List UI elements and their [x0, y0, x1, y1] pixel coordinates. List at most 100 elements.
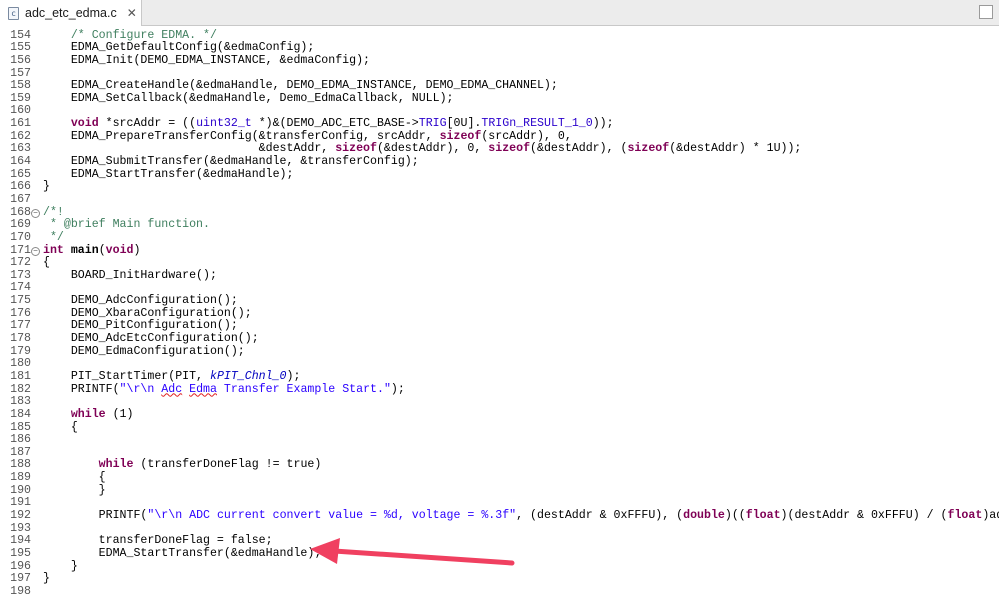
line-number: 195	[10, 546, 31, 560]
code-token: int	[43, 243, 64, 257]
line-number: 183	[10, 395, 31, 409]
line-number: 178	[10, 332, 31, 346]
code-token: void	[105, 243, 134, 257]
code-token: (transferDoneFlag != true)	[133, 458, 322, 472]
code-token: EDMA_Init(DEMO_EDMA_INSTANCE, &edmaConfi…	[43, 53, 370, 67]
code-token: , (destAddr & 0xFFFU), (	[516, 508, 684, 522]
c-file-icon: c	[8, 6, 19, 20]
code-token: ));	[592, 117, 614, 131]
code-token: DEMO_PitConfiguration();	[43, 319, 238, 333]
line-number: 164	[10, 155, 31, 169]
code-token: TRIG	[418, 117, 447, 131]
code-token: EDMA_GetDefaultConfig(&edmaConfig);	[43, 41, 315, 55]
code-token: (&destAddr) * 1U));	[669, 142, 802, 156]
code-token: PIT_StartTimer(PIT,	[43, 369, 210, 383]
tab-label: adc_etc_edma.c	[25, 6, 117, 20]
code-token: (	[98, 243, 106, 257]
code-token: }	[43, 572, 50, 586]
maximize-icon[interactable]	[979, 5, 993, 19]
code-token: (1)	[105, 407, 134, 421]
code-token: EDMA_PrepareTransferConfig(&transferConf…	[43, 129, 440, 143]
code-editor[interactable]: 153154 /* Configure EDMA. */155 EDMA_Get…	[0, 27, 999, 598]
code-token: Adc	[161, 382, 183, 396]
line-number: 184	[10, 407, 31, 421]
code-token: while	[98, 458, 134, 472]
code-token: float	[947, 508, 983, 522]
line-number: 169	[10, 218, 31, 232]
code-token: Transfer Example Start."	[216, 382, 391, 396]
code-text: }	[43, 483, 106, 498]
code-text: {	[43, 421, 78, 435]
code-token: DEMO_AdcEtcConfiguration();	[43, 332, 259, 346]
code-token: )(destAddr & 0xFFFU) / (	[780, 508, 948, 522]
code-token: uint32_t	[196, 117, 252, 131]
editor-tab-bar: c adc_etc_edma.c ✕	[0, 0, 999, 26]
code-text: PRINTF("\r\n ADC current convert value =…	[43, 508, 999, 523]
code-token: DEMO_AdcConfiguration();	[43, 294, 238, 308]
code-token: sizeof	[627, 142, 670, 156]
code-token: double	[683, 508, 725, 522]
line-number: 181	[10, 369, 31, 383]
code-token: sizeof	[488, 142, 531, 156]
code-token: /*!	[43, 205, 64, 219]
line-number: 175	[10, 294, 31, 308]
code-text: int main(void)	[43, 243, 141, 258]
tab-adc-etc-edma[interactable]: c adc_etc_edma.c ✕	[0, 0, 142, 26]
code-token: /* Configure EDMA. */	[70, 28, 217, 42]
code-token: }	[43, 483, 106, 497]
code-token: [0U].	[446, 117, 482, 131]
code-token: */	[43, 230, 64, 244]
fold-toggle-icon[interactable]: −	[31, 208, 40, 218]
code-token: BOARD_InitHardware();	[43, 268, 217, 282]
code-token: float	[745, 508, 781, 522]
code-token: Edma	[189, 382, 217, 396]
code-text: EDMA_StartTransfer(&edmaHandle);	[43, 546, 322, 561]
code-text: BOARD_InitHardware();	[43, 268, 217, 283]
code-token: sizeof	[335, 142, 377, 156]
code-token: (&destAddr), (	[530, 142, 628, 156]
code-token: );	[390, 382, 405, 396]
line-number: 161	[10, 117, 31, 131]
line-number: 172	[10, 256, 31, 270]
code-token: {	[43, 471, 106, 485]
code-text: }	[43, 572, 50, 586]
fold-toggle-icon[interactable]: −	[31, 246, 40, 256]
code-token: )	[133, 243, 141, 257]
code-token: * @brief Main function.	[43, 218, 210, 232]
code-token: *srcAddr = ((	[98, 117, 197, 131]
code-token: EDMA_SetCallback(&edmaHandle, Demo_EdmaC…	[43, 91, 454, 105]
code-token: (&destAddr), 0,	[376, 142, 489, 156]
code-token: PRINTF(	[43, 382, 120, 396]
code-token: sizeof	[439, 129, 482, 143]
code-token: }	[43, 559, 78, 573]
code-token: main	[70, 243, 99, 257]
line-number: 156	[10, 53, 31, 67]
code-text: * @brief Main function.	[43, 218, 210, 232]
line-number: 158	[10, 79, 31, 93]
code-token: }	[43, 180, 50, 194]
code-token: EDMA_StartTransfer(&edmaHandle);	[43, 546, 322, 560]
close-icon[interactable]: ✕	[127, 6, 137, 20]
code-token: EDMA_StartTransfer(&edmaHandle);	[43, 167, 294, 181]
code-token: kPIT_Chnl_0	[209, 369, 287, 383]
code-token: EDMA_SubmitTransfer(&edmaHandle, &transf…	[43, 155, 419, 169]
line-number: 192	[10, 508, 31, 522]
code-text: }	[43, 181, 50, 194]
line-number: 170	[10, 230, 31, 244]
code-token: void	[70, 117, 99, 131]
code-token: DEMO_EdmaConfiguration();	[43, 344, 245, 358]
code-token: )((	[724, 508, 746, 522]
code-token: )adcFullRange	[982, 508, 999, 522]
code-token: "\r\n	[119, 382, 162, 396]
code-token: *)&(DEMO_ADC_ETC_BASE->	[251, 117, 419, 131]
code-token: "\r\n ADC current convert value = %d, vo…	[147, 508, 517, 522]
code-token: (srcAddr), 0,	[481, 129, 572, 143]
code-token: while	[70, 407, 106, 421]
code-text: EDMA_SetCallback(&edmaHandle, Demo_EdmaC…	[43, 91, 454, 106]
line-number: 189	[10, 471, 31, 485]
